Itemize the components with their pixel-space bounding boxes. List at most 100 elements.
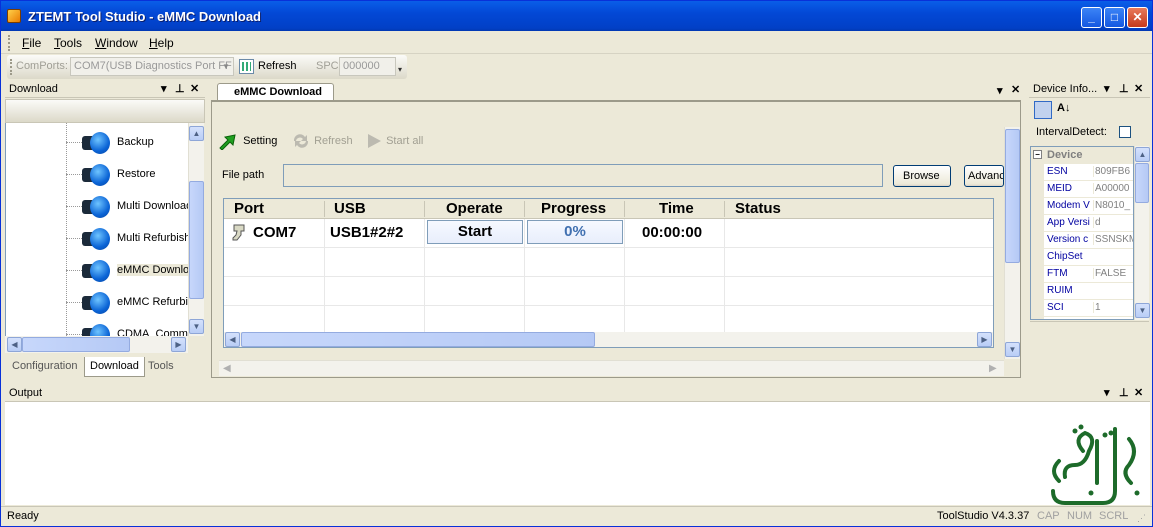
interval-detect-checkbox[interactable] — [1119, 126, 1131, 138]
panel-dropdown-icon[interactable]: ▾ — [1104, 386, 1110, 399]
setting-button[interactable]: Setting — [218, 132, 277, 150]
tree-item-multi-download[interactable]: Multi Download — [6, 192, 188, 220]
output-panel[interactable] — [5, 385, 1150, 505]
panel-dropdown-icon[interactable]: ▾ — [161, 82, 167, 95]
title-bar[interactable]: ZTEMT Tool Studio - eMMC Download _ □ ✕ — [1, 1, 1152, 31]
resize-grip-icon[interactable]: ⋰ — [1137, 513, 1146, 524]
panel-dropdown-icon[interactable]: ▾ — [1104, 82, 1110, 95]
tree-item-emmc-refurbish[interactable]: eMMC Refurbish — [6, 288, 188, 316]
maximize-button[interactable]: □ — [1104, 7, 1125, 28]
property-row[interactable]: ChipSet — [1031, 249, 1133, 266]
tree-item-backup[interactable]: Backup — [6, 128, 188, 156]
tab-download[interactable]: Download — [84, 357, 145, 377]
menu-grip[interactable] — [8, 35, 11, 51]
menu-help[interactable]: Help — [149, 36, 174, 50]
status-cap: CAP — [1037, 510, 1060, 522]
device-icon — [82, 260, 112, 282]
pin-icon[interactable]: ⊥ — [1119, 386, 1129, 399]
pin-icon[interactable]: ⊥ — [1119, 82, 1129, 95]
scroll-thumb[interactable] — [22, 337, 130, 352]
tree-item-restore[interactable]: Restore — [6, 160, 188, 188]
collapse-icon[interactable]: − — [1033, 150, 1042, 159]
scroll-left-icon[interactable]: ◀ — [223, 363, 231, 374]
column-header-port[interactable]: Port — [234, 200, 264, 217]
tab-emmc-download[interactable]: eMMC Download — [217, 83, 334, 101]
property-row[interactable]: MEID A00000 — [1031, 181, 1133, 198]
categorized-icon[interactable] — [1034, 101, 1052, 119]
comport-select[interactable]: COM7(USB Diagnostics Port FF ▼ — [70, 57, 234, 76]
refresh-icon[interactable] — [239, 59, 254, 74]
sort-alpha-icon[interactable]: A↓ — [1057, 102, 1070, 114]
browse-button[interactable]: Browse — [893, 165, 951, 187]
column-header-operate[interactable]: Operate — [446, 200, 503, 217]
scroll-thumb[interactable] — [189, 181, 204, 299]
device-icon — [82, 324, 112, 336]
tree-item-cdma-common[interactable]: CDMA_Commo — [6, 320, 188, 336]
scroll-up-icon[interactable]: ▲ — [189, 126, 204, 141]
scroll-left-icon[interactable]: ◀ — [225, 332, 240, 347]
panel-close-icon[interactable]: ✕ — [1134, 386, 1143, 399]
app-icon — [7, 9, 21, 23]
scroll-down-icon[interactable]: ▼ — [1005, 342, 1020, 357]
property-row[interactable]: RUIM — [1031, 283, 1133, 300]
tree-vertical-scrollbar[interactable]: ▲ ▼ — [188, 123, 204, 336]
refresh-button-label[interactable]: Refresh — [258, 60, 297, 72]
tree-item-label: Backup — [117, 136, 154, 148]
chevron-down-icon[interactable]: ▼ — [219, 58, 233, 75]
left-panel-tabs: Configuration Download Tools — [5, 357, 205, 377]
advanced-button[interactable]: Advanced — [964, 165, 1004, 187]
column-header-status[interactable]: Status — [735, 200, 781, 217]
tree-item-multi-refurbish[interactable]: Multi Refurbish — [6, 224, 188, 252]
start-button[interactable]: Start — [427, 220, 523, 244]
spc-input[interactable]: 000000 — [339, 57, 396, 76]
panel-close-icon[interactable]: ✕ — [1134, 82, 1143, 95]
property-row[interactable]: ESN 809FB6 — [1031, 164, 1133, 181]
close-button[interactable]: ✕ — [1127, 7, 1148, 28]
toolbar-grip[interactable] — [10, 59, 13, 75]
property-row[interactable]: Modem V N8010_ — [1031, 198, 1133, 215]
column-header-time[interactable]: Time — [659, 200, 694, 217]
doc-close-icon[interactable]: ✕ — [1011, 83, 1020, 96]
column-header-usb[interactable]: USB — [334, 200, 366, 217]
start-all-button[interactable]: Start all — [365, 132, 423, 150]
scroll-thumb[interactable] — [1005, 129, 1020, 263]
scroll-down-icon[interactable]: ▼ — [1135, 303, 1150, 318]
scroll-thumb[interactable] — [241, 332, 595, 347]
property-key: SCI — [1047, 302, 1064, 313]
tab-tools[interactable]: Tools — [143, 357, 179, 377]
menu-window[interactable]: Window — [95, 36, 138, 50]
content-horizontal-scrollbar[interactable]: ◀ ▶ — [219, 360, 1004, 376]
tree-item-emmc-download[interactable]: eMMC Download — [6, 256, 188, 284]
tab-configuration[interactable]: Configuration — [7, 357, 82, 377]
scroll-thumb[interactable] — [1135, 163, 1149, 203]
scroll-right-icon[interactable]: ▶ — [977, 332, 992, 347]
property-row[interactable]: SCI 1 — [1031, 300, 1133, 317]
scroll-down-icon[interactable]: ▼ — [189, 319, 204, 334]
scroll-left-icon[interactable]: ◀ — [7, 337, 22, 352]
scroll-right-icon[interactable]: ▶ — [171, 337, 186, 352]
tree-item-label: Multi Download — [117, 200, 188, 212]
refresh-action-button[interactable]: Refresh — [291, 132, 353, 150]
pin-icon[interactable]: ⊥ — [175, 82, 185, 95]
scroll-right-icon[interactable]: ▶ — [989, 363, 997, 374]
column-header-progress[interactable]: Progress — [541, 200, 606, 217]
tree-horizontal-scrollbar[interactable]: ◀ ▶ — [5, 336, 188, 353]
menu-file[interactable]: File — [22, 36, 41, 50]
doc-dropdown-icon[interactable]: ▾ — [997, 84, 1003, 97]
property-row[interactable]: Version c SSNSKM — [1031, 232, 1133, 249]
content-vertical-scrollbar[interactable]: ▼ — [1004, 127, 1020, 359]
cell-port: COM7 — [253, 224, 297, 241]
property-scrollbar[interactable]: ▲ ▼ — [1134, 146, 1150, 320]
minimize-button[interactable]: _ — [1081, 7, 1102, 28]
menu-tools[interactable]: Tools — [54, 36, 82, 50]
toolbar-overflow-icon[interactable]: ▾ — [398, 65, 402, 74]
scroll-up-icon[interactable]: ▲ — [1135, 147, 1150, 162]
device-icon — [82, 164, 112, 186]
grid-horizontal-scrollbar[interactable]: ◀ ▶ — [224, 332, 993, 347]
property-category[interactable]: − Device — [1031, 147, 1133, 164]
property-row[interactable]: App Versi d — [1031, 215, 1133, 232]
panel-close-icon[interactable]: ✕ — [190, 82, 199, 95]
file-path-input[interactable] — [283, 164, 883, 187]
property-row[interactable]: FTM FALSE — [1031, 266, 1133, 283]
device-icon — [82, 228, 112, 250]
